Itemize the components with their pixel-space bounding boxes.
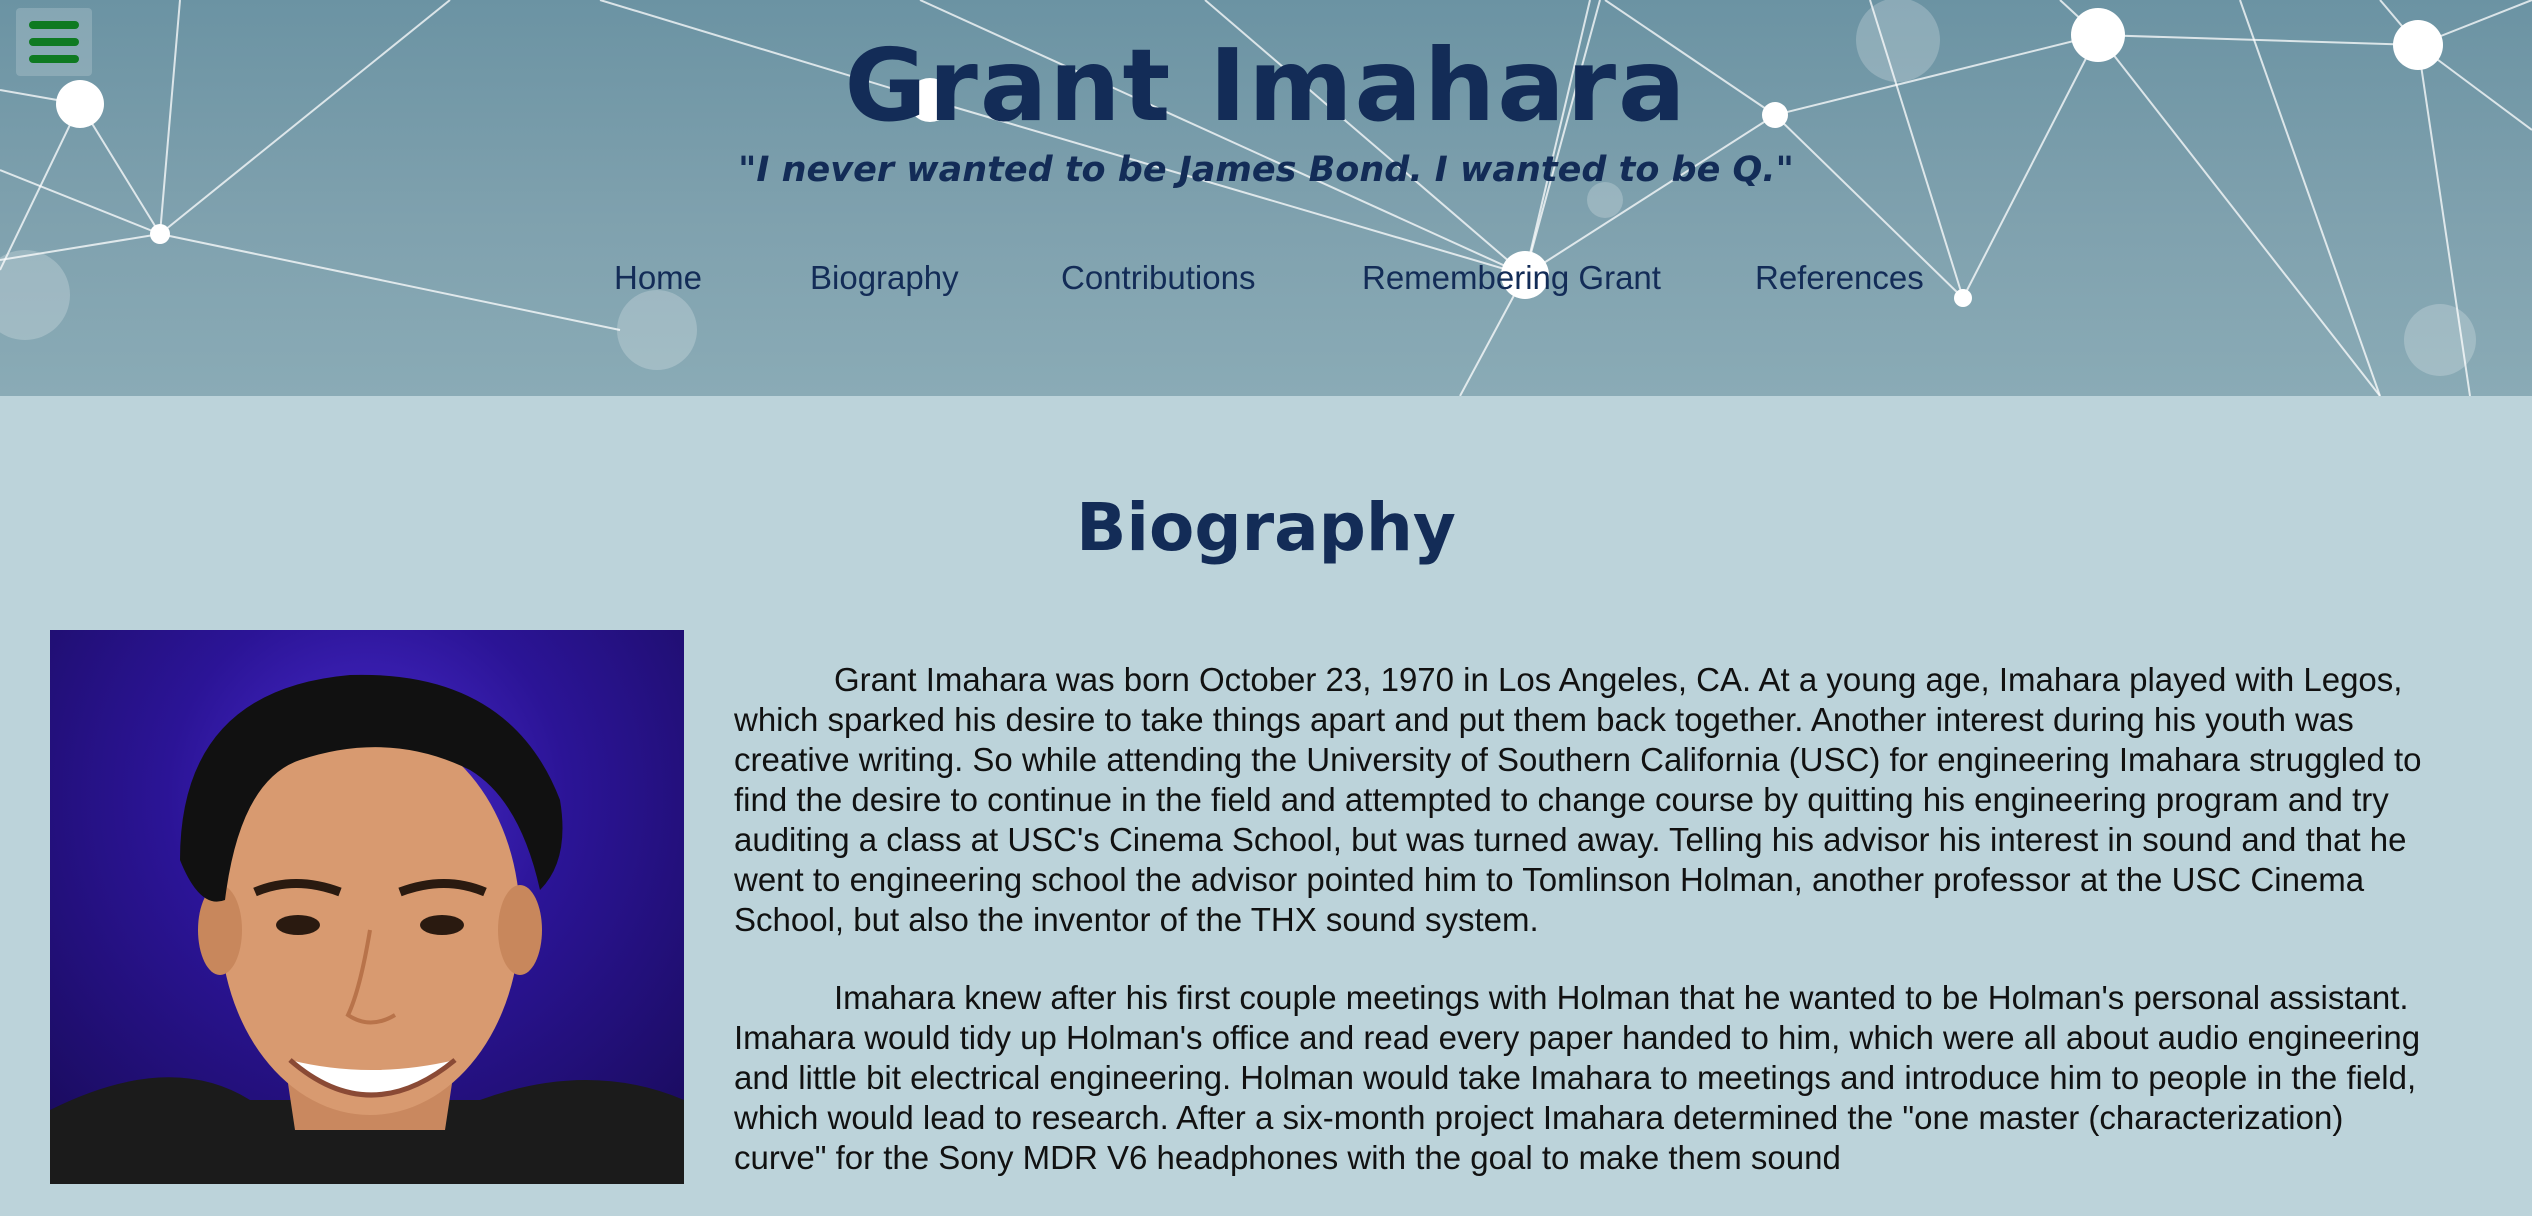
nav-item-remembering-grant[interactable]: Remembering Grant — [1362, 250, 1661, 306]
portrait-photo — [50, 630, 684, 1184]
biography-paragraph: Imahara knew after his first couple meet… — [734, 979, 2421, 1176]
site-header: Grant Imahara "I never wanted to be Jame… — [0, 0, 2532, 396]
main-nav: Home Biography Contributions Remembering… — [0, 250, 2532, 306]
nav-item-biography[interactable]: Biography — [810, 250, 959, 306]
biography-text: Grant Imahara was born October 23, 1970 … — [734, 660, 2434, 1216]
biography-paragraph: Grant Imahara was born October 23, 1970 … — [734, 661, 2422, 938]
site-tagline: "I never wanted to be James Bond. I want… — [738, 150, 1794, 190]
nav-item-references[interactable]: References — [1755, 250, 1924, 306]
site-title: Grant Imahara — [844, 27, 1688, 144]
nav-item-home[interactable]: Home — [614, 250, 702, 306]
section-title: Biography — [1076, 489, 1456, 566]
nav-item-contributions[interactable]: Contributions — [1061, 250, 1255, 306]
portrait-illustration — [50, 674, 684, 1184]
